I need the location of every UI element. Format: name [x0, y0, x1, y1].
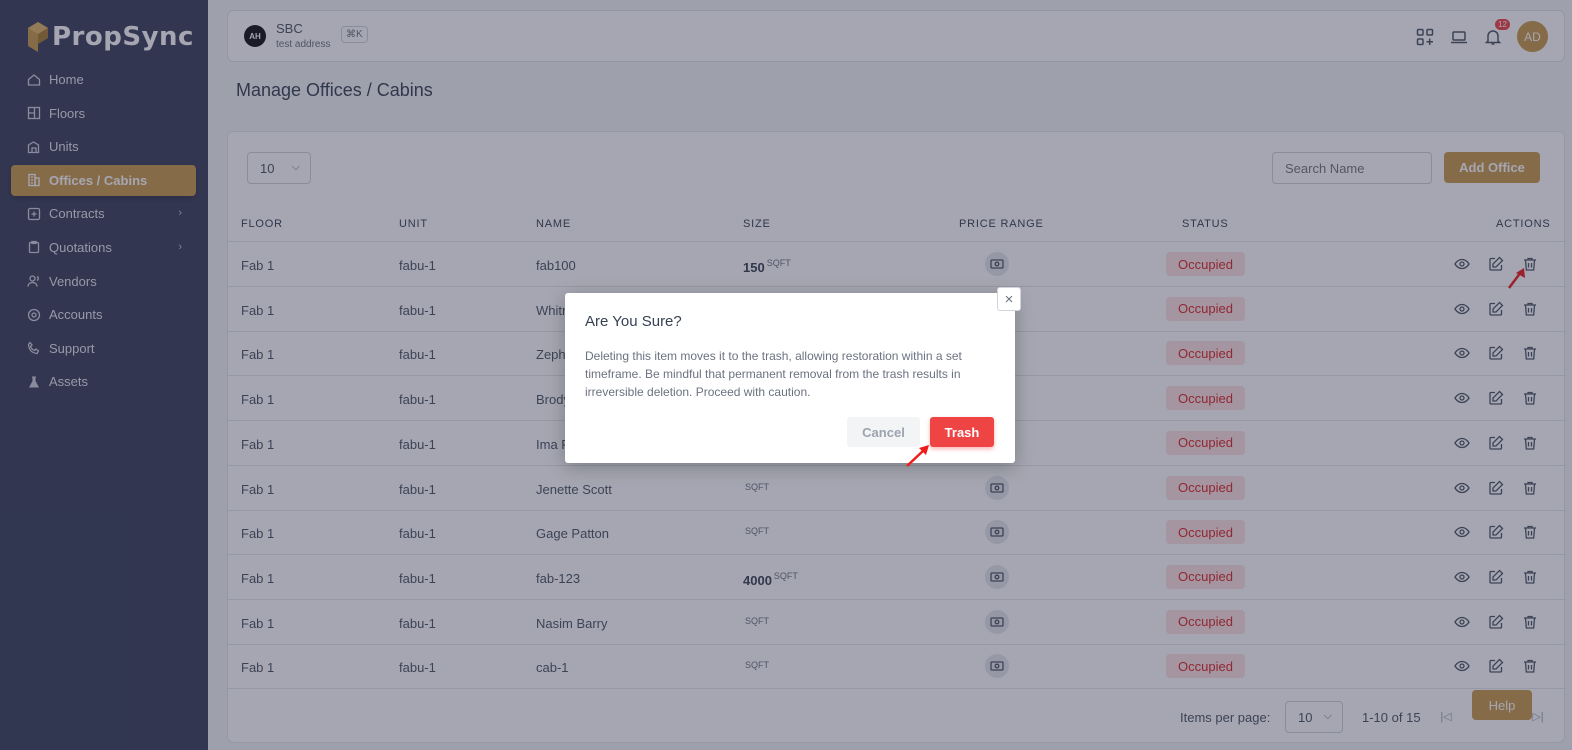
confirm-delete-dialog: × Are You Sure? Deleting this item moves…: [565, 287, 1021, 463]
annotation-arrow-icon: [906, 445, 929, 467]
close-icon[interactable]: ×: [997, 287, 1021, 311]
dialog-title: Are You Sure?: [585, 313, 682, 330]
trash-button[interactable]: Trash: [930, 417, 994, 447]
dialog-message: Deleting this item moves it to the trash…: [585, 349, 962, 399]
